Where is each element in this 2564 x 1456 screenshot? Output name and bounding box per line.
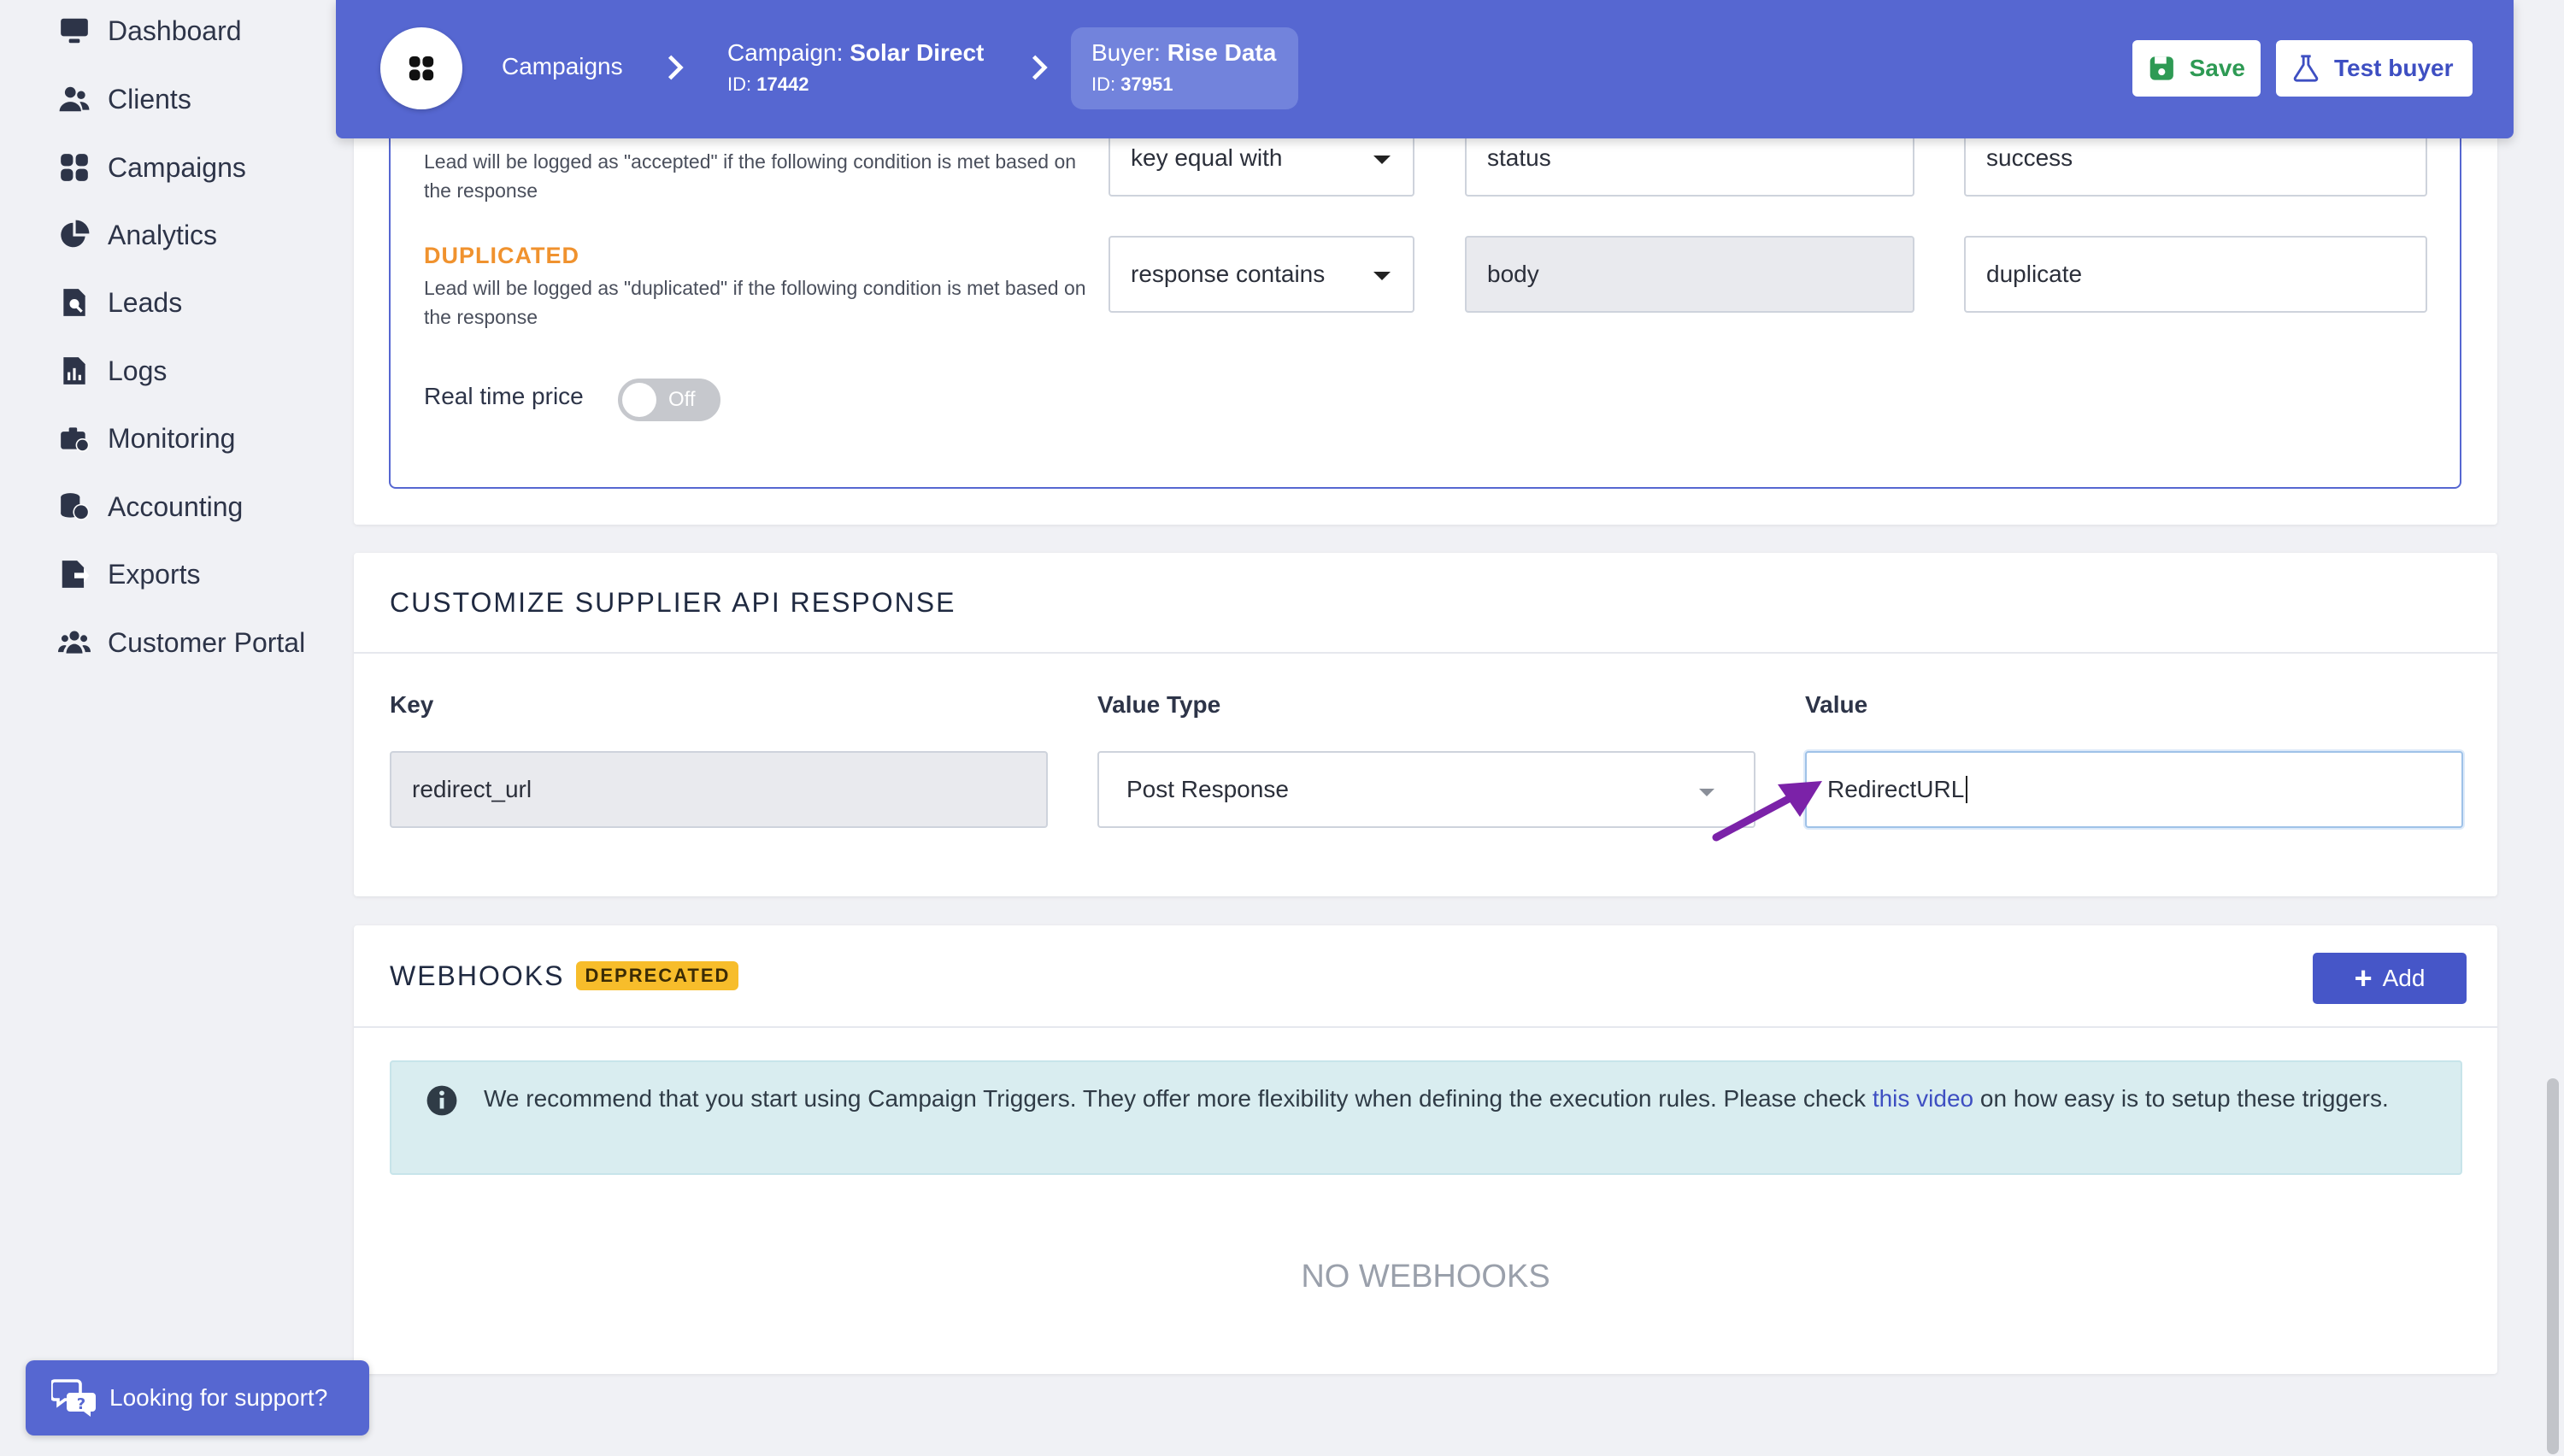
this-video-link[interactable]: this video [1873, 1085, 1973, 1112]
add-webhook-button[interactable]: + Add [2313, 953, 2467, 1004]
toggle-state: Off [668, 388, 696, 411]
coins-icon [58, 490, 91, 523]
sidebar-item-label: Clients [108, 83, 191, 114]
sidebar-item-label: Analytics [108, 219, 218, 250]
lead-search-icon [58, 286, 91, 319]
sidebar-item-clients[interactable]: Clients [58, 73, 191, 125]
supplier-response-card: CUSTOMIZE SUPPLIER API RESPONSE Key Valu… [354, 553, 2497, 896]
annotation-arrow-icon [1712, 781, 1822, 842]
realtime-price-label: Real time price [424, 383, 584, 409]
no-webhooks-text: NO WEBHOOKS [1301, 1259, 1550, 1295]
sidebar-item-label: Accounting [108, 490, 244, 522]
response-key-input[interactable]: redirect_url [390, 751, 1048, 828]
sidebar-item-accounting[interactable]: Accounting [58, 481, 243, 532]
sidebar-item-customer-portal[interactable]: Customer Portal [58, 617, 305, 668]
chevron-right-icon [667, 55, 684, 80]
value-type-column-label: Value Type [1097, 691, 1221, 718]
sidebar-item-exports[interactable]: Exports [58, 549, 200, 600]
breadcrumb-buyer[interactable]: Buyer: Rise Data ID: 37951 [1071, 27, 1298, 109]
briefcase-clock-icon [58, 422, 91, 455]
duplicated-value-input[interactable]: duplicate [1964, 236, 2427, 313]
sidebar: Dashboard Clients Campaigns Analytics Le… [0, 0, 342, 1456]
sidebar-item-label: Campaigns [108, 151, 246, 183]
webhooks-title: WEBHOOKS [390, 960, 565, 991]
sidebar-item-label: Customer Portal [108, 626, 306, 658]
response-conditions-box: Lead will be logged as "accepted" if the… [389, 85, 2461, 489]
response-value-input[interactable]: RedirectURL [1805, 751, 2463, 828]
breadcrumb-campaign[interactable]: Campaign: Solar Direct ID: 17442 [727, 39, 984, 96]
file-chart-icon [58, 355, 91, 387]
sidebar-item-label: Monitoring [108, 422, 236, 454]
sidebar-item-logs[interactable]: Logs [58, 345, 167, 396]
sidebar-item-label: Logs [108, 355, 168, 386]
text-cursor [1966, 776, 1968, 803]
sidebar-item-label: Dashboard [108, 15, 242, 46]
monitor-icon [58, 15, 91, 47]
duplicated-condition-select[interactable]: response contains [1109, 236, 1414, 313]
duplicated-title: DUPLICATED [424, 243, 579, 268]
sidebar-item-label: Leads [108, 286, 183, 318]
webhooks-header: WEBHOOKS DEPRECATED [354, 925, 2497, 1028]
toggle-knob [622, 383, 656, 417]
support-chat-button[interactable]: ? Looking for support? [26, 1360, 369, 1435]
grid-icon [409, 56, 434, 81]
svg-text:?: ? [77, 1395, 85, 1413]
save-button[interactable]: Save [2132, 40, 2261, 97]
apps-menu-button[interactable] [380, 27, 462, 109]
sidebar-item-analytics[interactable]: Analytics [58, 209, 217, 261]
page-scrollbar[interactable] [2547, 1078, 2559, 1454]
realtime-price-toggle[interactable]: Off [618, 379, 720, 421]
supplier-response-title: CUSTOMIZE SUPPLIER API RESPONSE [354, 553, 2497, 654]
plus-icon: + [2354, 960, 2373, 995]
grid-icon [58, 151, 91, 184]
info-icon [426, 1085, 457, 1116]
accepted-description: Lead will be logged as "accepted" if the… [424, 150, 1077, 202]
save-icon [2149, 56, 2173, 80]
chat-question-icon: ? [51, 1379, 96, 1417]
webhooks-card: WEBHOOKS DEPRECATED + Add We recommend t… [354, 925, 2497, 1374]
chevron-right-icon [1032, 55, 1048, 80]
sidebar-item-monitoring[interactable]: Monitoring [58, 413, 235, 464]
test-buyer-button[interactable]: Test buyer [2276, 40, 2473, 97]
sidebar-item-campaigns[interactable]: Campaigns [58, 142, 246, 193]
flask-icon [2293, 55, 2319, 82]
sidebar-item-label: Exports [108, 558, 201, 590]
key-column-label: Key [390, 691, 434, 718]
sidebar-item-dashboard[interactable]: Dashboard [58, 5, 242, 56]
sidebar-item-leads[interactable]: Leads [58, 277, 182, 328]
value-column-label: Value [1805, 691, 1868, 718]
breadcrumb-campaigns[interactable]: Campaigns [502, 53, 623, 80]
deprecated-badge: DEPRECATED [576, 961, 739, 990]
users-icon [58, 83, 91, 115]
pie-chart-icon [58, 219, 91, 251]
top-bar: Campaigns Campaign: Solar Direct ID: 174… [336, 0, 2514, 138]
duplicated-key-input[interactable]: body [1465, 236, 1914, 313]
file-export-icon [58, 558, 91, 590]
people-group-icon [58, 626, 91, 659]
value-type-select[interactable]: Post Response [1097, 751, 1755, 828]
duplicated-description: Lead will be logged as "duplicated" if t… [424, 277, 1086, 328]
webhooks-info-alert: We recommend that you start using Campai… [390, 1060, 2462, 1175]
